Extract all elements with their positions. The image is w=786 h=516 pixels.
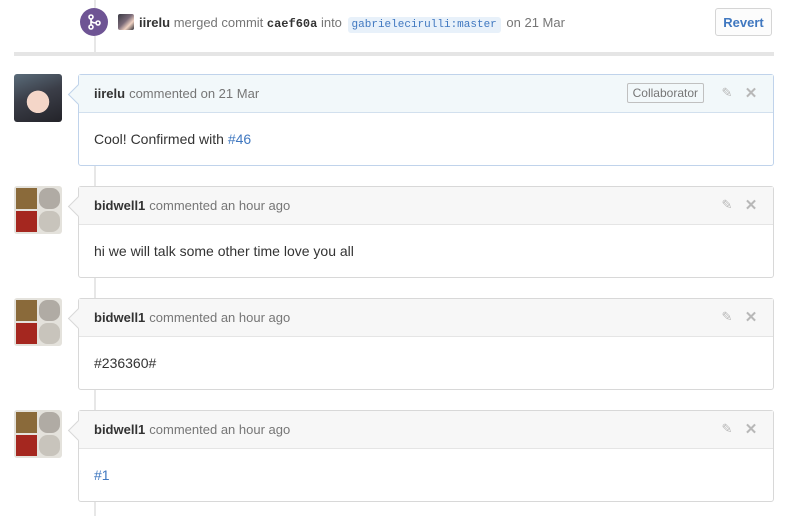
- pencil-icon[interactable]: ✎: [719, 197, 735, 213]
- comment-author[interactable]: bidwell1: [94, 422, 145, 437]
- x-icon[interactable]: ✕: [743, 421, 759, 438]
- issue-link[interactable]: #46: [228, 131, 251, 147]
- avatar[interactable]: [14, 74, 62, 122]
- timeline-line: [94, 390, 96, 410]
- git-merge-icon: [80, 8, 108, 36]
- revert-button[interactable]: Revert: [715, 8, 772, 36]
- comment-meta[interactable]: commented an hour ago: [149, 310, 290, 325]
- timeline-line: [94, 502, 96, 516]
- comment-meta[interactable]: commented on 21 Mar: [129, 86, 259, 101]
- comment-body: #236360#: [79, 337, 773, 388]
- timeline-line: [94, 278, 96, 298]
- pencil-icon[interactable]: ✎: [719, 421, 735, 437]
- x-icon[interactable]: ✕: [743, 85, 759, 102]
- collaborator-badge: Collaborator: [626, 83, 704, 103]
- comment-text: hi we will talk some other time love you…: [94, 242, 354, 259]
- timeline-line: [94, 166, 96, 186]
- branch-name[interactable]: gabrielecirulli:master: [347, 17, 501, 33]
- comment-header: bidwell1 commented an hour ago ✎ ✕: [79, 187, 773, 225]
- comment-box: iirelu commented on 21 Mar Collaborator …: [78, 74, 774, 166]
- comment-box: bidwell1 commented an hour ago ✎ ✕ hi we…: [78, 186, 774, 278]
- comment-box: bidwell1 commented an hour ago ✎ ✕ #2363…: [78, 298, 774, 390]
- comment-meta[interactable]: commented an hour ago: [149, 198, 290, 213]
- issue-link[interactable]: #1: [94, 467, 110, 483]
- comment-header: bidwell1 commented an hour ago ✎ ✕: [79, 411, 773, 449]
- comment-box: bidwell1 commented an hour ago ✎ ✕ #1: [78, 410, 774, 502]
- pencil-icon[interactable]: ✎: [719, 309, 735, 325]
- comment-body: hi we will talk some other time love you…: [79, 225, 773, 276]
- merge-event-text: iirelu merged commit caef60a into gabrie…: [139, 14, 565, 34]
- merge-into-text: into: [320, 15, 342, 30]
- comment-text: Cool! Confirmed with: [94, 130, 228, 147]
- comment-author[interactable]: iirelu: [94, 86, 125, 101]
- x-icon[interactable]: ✕: [743, 197, 759, 214]
- commit-sha-link[interactable]: caef60a: [267, 17, 317, 31]
- comment-meta[interactable]: commented an hour ago: [149, 422, 290, 437]
- avatar[interactable]: [14, 298, 62, 346]
- merge-action-text: merged commit: [173, 15, 264, 30]
- x-icon[interactable]: ✕: [743, 309, 759, 326]
- comment-body: Cool! Confirmed with #46: [79, 113, 773, 164]
- merge-event: iirelu merged commit caef60a into gabrie…: [0, 0, 786, 46]
- comment-text: #236360#: [94, 354, 157, 371]
- merge-user-avatar[interactable]: [118, 14, 134, 30]
- comment-header: iirelu commented on 21 Mar Collaborator …: [79, 75, 773, 113]
- comment-header: bidwell1 commented an hour ago ✎ ✕: [79, 299, 773, 337]
- merge-user-link[interactable]: iirelu: [139, 15, 170, 30]
- pencil-icon[interactable]: ✎: [719, 85, 735, 101]
- timeline-separator: [14, 52, 774, 56]
- comment-author[interactable]: bidwell1: [94, 310, 145, 325]
- avatar[interactable]: [14, 410, 62, 458]
- merge-date[interactable]: on 21 Mar: [506, 15, 565, 30]
- comment-author[interactable]: bidwell1: [94, 198, 145, 213]
- avatar[interactable]: [14, 186, 62, 234]
- comment-body: #1: [79, 449, 773, 500]
